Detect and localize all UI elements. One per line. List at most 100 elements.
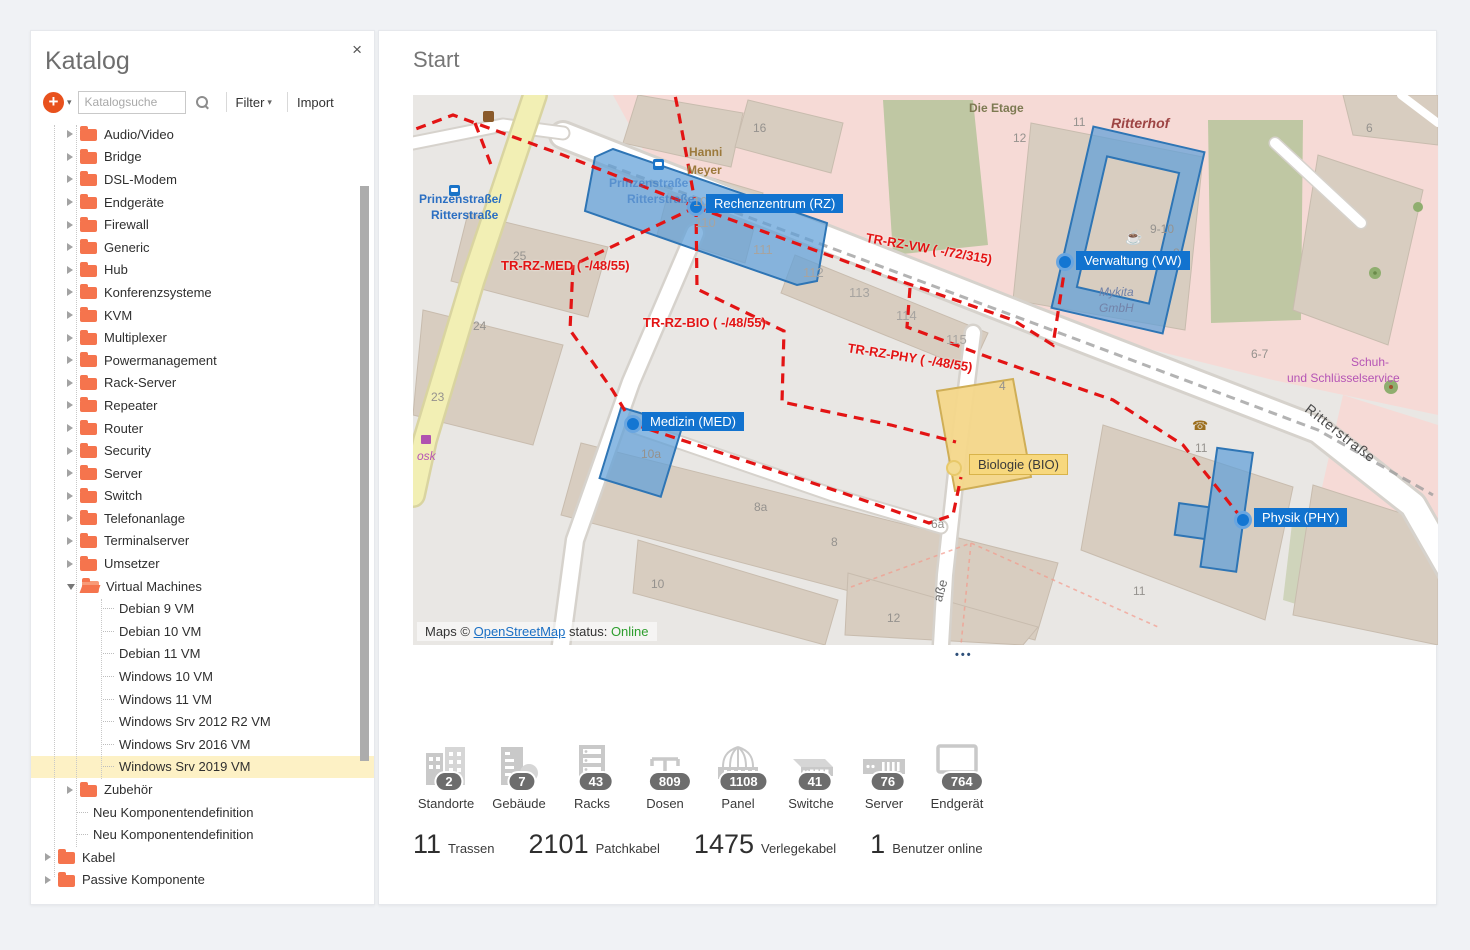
search-input[interactable] [78, 91, 186, 114]
filter-button[interactable]: Filter [236, 95, 265, 110]
import-button[interactable]: Import [297, 95, 334, 110]
add-caret-icon[interactable]: ▾ [67, 97, 72, 108]
folder-icon [80, 491, 97, 503]
filter-caret-icon[interactable]: ▾ [267, 97, 272, 108]
expander-icon[interactable] [67, 153, 73, 161]
expander-icon[interactable] [67, 469, 73, 477]
tree-item[interactable]: Rack-Server [31, 372, 374, 395]
tree-item[interactable]: Telefonanlage [31, 507, 374, 530]
site-chip-verwaltung[interactable]: Verwaltung (VW) [1076, 251, 1190, 270]
stat-server[interactable]: 76 Server [851, 743, 917, 811]
tree-item[interactable]: Switch [31, 485, 374, 508]
expander-icon[interactable] [67, 243, 73, 251]
expander-icon[interactable] [67, 514, 73, 522]
openstreetmap-link[interactable]: OpenStreetMap [474, 624, 566, 639]
site-chip-biologie[interactable]: Biologie (BIO) [969, 454, 1068, 475]
expander-icon[interactable] [67, 424, 73, 432]
tree-item[interactable]: Windows Srv 2016 VM [31, 733, 374, 756]
tree-item[interactable]: Windows Srv 2012 R2 VM [31, 710, 374, 733]
tree-item[interactable]: Firewall [31, 213, 374, 236]
tree-item[interactable]: Generic [31, 236, 374, 259]
tree-item[interactable]: Server [31, 462, 374, 485]
tree-item-label: Telefonanlage [104, 511, 185, 526]
stat-panel[interactable]: 1108 Panel [705, 743, 771, 811]
expander-icon[interactable] [67, 221, 73, 229]
expander-icon[interactable] [67, 130, 73, 138]
site-chip-medizin[interactable]: Medizin (MED) [642, 412, 744, 431]
scrollbar-thumb[interactable] [360, 186, 369, 761]
trasse-label-rz-bio[interactable]: TR-RZ-BIO ( -/48/55) [643, 315, 766, 330]
expander-icon[interactable] [45, 853, 51, 861]
tree-item[interactable]: Router [31, 417, 374, 440]
expander-icon[interactable] [67, 334, 73, 342]
expander-icon[interactable] [67, 401, 73, 409]
tree-item[interactable]: Passive Komponente [31, 869, 374, 892]
stat-switche[interactable]: 41 Switche [778, 743, 844, 811]
tree-item[interactable]: Windows 10 VM [31, 665, 374, 688]
tree-guide-line [76, 125, 77, 847]
tree-item[interactable]: Windows 11 VM [31, 688, 374, 711]
tree-item-label: Debian 9 VM [119, 601, 194, 616]
map-resize-handle[interactable]: ••• [955, 649, 973, 661]
stat-standorte[interactable]: 2 Standorte [413, 743, 479, 811]
tree-item[interactable]: Hub [31, 259, 374, 282]
tree-item[interactable]: Zubehör [31, 778, 374, 801]
marker-biologie[interactable] [947, 461, 961, 475]
tree-item[interactable]: Powermanagement [31, 349, 374, 372]
expander-icon[interactable] [45, 876, 51, 884]
expander-icon[interactable] [67, 492, 73, 500]
marker-verwaltung[interactable] [1058, 255, 1073, 270]
expander-icon[interactable] [67, 786, 73, 794]
tree-item[interactable]: Debian 9 VM [31, 597, 374, 620]
tree-item[interactable]: Konferenzsysteme [31, 281, 374, 304]
expander-icon[interactable] [67, 175, 73, 183]
site-chip-physik[interactable]: Physik (PHY) [1254, 508, 1347, 527]
expander-icon[interactable] [67, 288, 73, 296]
tree-item[interactable]: Security [31, 439, 374, 462]
stat-racks[interactable]: 43 Racks [559, 743, 625, 811]
tree-item-label: Windows Srv 2016 VM [119, 737, 251, 752]
search-icon[interactable] [196, 96, 209, 109]
tree-item[interactable]: DSL-Modem [31, 168, 374, 191]
tree-item[interactable]: Neu Komponentendefinition [31, 801, 374, 824]
marker-rechenzentrum[interactable] [689, 200, 704, 215]
tree-item[interactable]: Umsetzer [31, 552, 374, 575]
start-panel: Start [378, 30, 1437, 905]
tree-item[interactable]: Debian 11 VM [31, 643, 374, 666]
expander-icon[interactable] [67, 447, 73, 455]
tree-item[interactable]: Windows Srv 2019 VM [31, 756, 374, 779]
stat-endgeraet[interactable]: 764 Endgerät [924, 743, 990, 811]
expander-icon[interactable] [67, 560, 73, 568]
tree-item[interactable]: Multiplexer [31, 326, 374, 349]
trasse-label-rz-med[interactable]: TR-RZ-MED ( -/48/55) [501, 258, 630, 273]
expander-icon[interactable] [67, 311, 73, 319]
tree-item[interactable]: Audio/Video [31, 123, 374, 146]
tree-item[interactable]: Kabel [31, 846, 374, 869]
tree-item[interactable]: Neu Komponentendefinition [31, 823, 374, 846]
expander-icon[interactable] [67, 266, 73, 274]
marker-physik[interactable] [1236, 513, 1251, 528]
marker-medizin[interactable] [626, 417, 641, 432]
tree-item[interactable]: Endgeräte [31, 191, 374, 214]
add-button[interactable]: + [43, 92, 64, 113]
map-canvas[interactable]: Prinzenstraße/ Ritterstraße Prinzenstraß… [413, 95, 1438, 645]
total-trassen: 11 Trassen [413, 829, 495, 860]
site-chip-rechenzentrum[interactable]: Rechenzentrum (RZ) [706, 194, 843, 213]
stat-dosen[interactable]: 809 Dosen [632, 743, 698, 811]
status-value: Online [611, 624, 649, 639]
tree-item[interactable]: Terminalserver [31, 530, 374, 553]
tree-item[interactable]: Debian 10 VM [31, 620, 374, 643]
total-value: 11 [413, 829, 441, 860]
expander-icon[interactable] [67, 537, 73, 545]
tree-item[interactable]: Repeater [31, 394, 374, 417]
expander-icon[interactable] [67, 584, 75, 590]
tree-item[interactable]: Virtual Machines [31, 575, 374, 598]
expander-icon[interactable] [67, 379, 73, 387]
expander-icon[interactable] [67, 356, 73, 364]
stat-gebaeude[interactable]: 7 Gebäude [486, 743, 552, 811]
tree-connector [103, 631, 114, 632]
tree-item[interactable]: KVM [31, 304, 374, 327]
close-icon[interactable]: × [352, 41, 362, 58]
expander-icon[interactable] [67, 198, 73, 206]
tree-item[interactable]: Bridge [31, 146, 374, 169]
